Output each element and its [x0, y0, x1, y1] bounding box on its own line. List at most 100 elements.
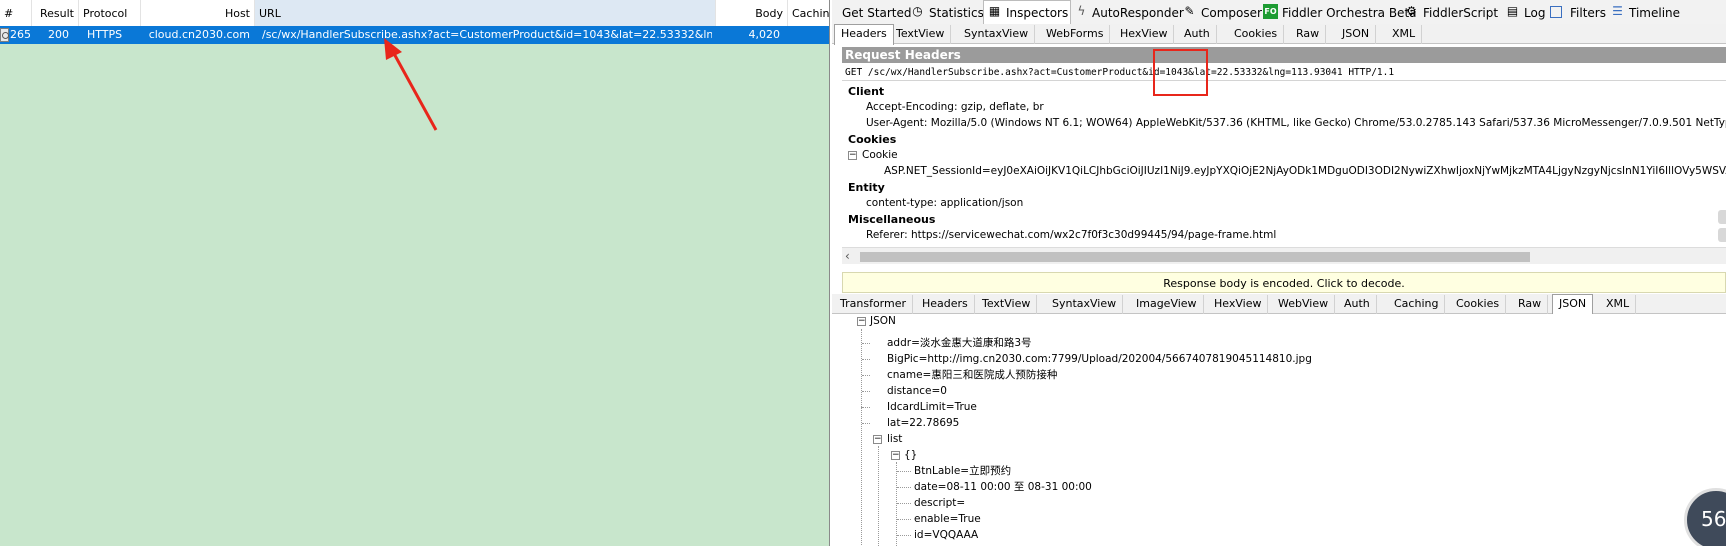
group-cookies: Cookies — [848, 133, 897, 146]
json-item[interactable]: IdcardLimit=True — [887, 400, 977, 415]
tab-filters[interactable]: Filters — [1570, 2, 1606, 25]
req-tab-syntaxview[interactable]: SyntaxView — [958, 25, 1036, 44]
session-num: 265 — [10, 28, 31, 41]
log-icon: ▤ — [1506, 4, 1519, 18]
tab-autoresponder[interactable]: AutoResponder — [1092, 2, 1184, 25]
sessions-header: # Result Protocol Host URL Body Caching — [0, 0, 829, 27]
column-body[interactable]: Body — [716, 0, 788, 27]
req-tab-auth[interactable]: Auth — [1178, 25, 1217, 44]
tab-fiddlerscript[interactable]: FiddlerScript — [1423, 2, 1498, 25]
collapse-icon[interactable]: − — [857, 317, 866, 326]
json-list-item[interactable]: date=08-11 00:00 至 08-31 00:00 — [914, 480, 1092, 495]
json-list-item[interactable]: BtnLable=立即预约 — [914, 464, 1011, 479]
column-caching[interactable]: Caching — [788, 0, 829, 27]
tab-statistics[interactable]: Statistics — [929, 2, 984, 25]
script-icon: ⚙ — [1406, 4, 1417, 18]
annotation-highlight-box — [1153, 49, 1208, 96]
decode-notice[interactable]: Response body is encoded. Click to decod… — [842, 272, 1726, 293]
json-object[interactable]: {} — [904, 448, 917, 463]
resp-tab-auth[interactable]: Auth — [1338, 295, 1377, 314]
header-accept-encoding[interactable]: Accept-Encoding: gzip, deflate, br — [866, 100, 1044, 115]
json-list-item[interactable]: enable=True — [914, 512, 981, 527]
collapse-icon[interactable]: − — [891, 451, 900, 460]
collapse-icon[interactable]: − — [848, 150, 857, 160]
resp-tab-headers[interactable]: Headers — [916, 295, 975, 314]
req-tab-textview[interactable]: TextView — [890, 25, 952, 44]
tree-guide — [897, 503, 911, 504]
resp-tab-json[interactable]: JSON — [1552, 294, 1594, 315]
scrollbar-thumb[interactable] — [860, 252, 1530, 262]
header-referer[interactable]: Referer: https://servicewechat.com/wx2c7… — [866, 228, 1276, 243]
tab-get-started[interactable]: Get Started — [842, 2, 912, 25]
horizontal-scrollbar[interactable]: ‹ — [842, 247, 1726, 264]
json-list-item[interactable]: id=VQQAAA — [914, 528, 978, 543]
tree-guide — [897, 487, 911, 488]
inspector-pane: Get Started ◷ Statistics Inspectors ▦ ϟ … — [832, 0, 1726, 546]
group-entity: Entity — [848, 181, 885, 194]
group-client: Client — [848, 85, 885, 98]
json-item[interactable]: BigPic=http://img.cn2030.com:7799/Upload… — [887, 352, 1312, 367]
json-item[interactable]: cname=惠阳三和医院成人预防接种 — [887, 368, 1057, 383]
tab-log[interactable]: Log — [1524, 2, 1545, 25]
tab-composer[interactable]: Composer — [1201, 2, 1262, 25]
resp-tab-webview[interactable]: WebView — [1272, 295, 1336, 314]
resp-tab-hexview[interactable]: HexView — [1208, 295, 1269, 314]
tree-guide — [862, 375, 870, 376]
resp-tab-imageview[interactable]: ImageView — [1130, 295, 1204, 314]
header-session-id[interactable]: ASP.NET_SessionId=eyJ0eXAiOiJKV1QiLCJhbG… — [884, 164, 1726, 179]
cookie-node[interactable]: − Cookie — [848, 148, 898, 163]
column-result[interactable]: Result — [32, 0, 79, 27]
tree-guide — [896, 462, 897, 546]
header-user-agent[interactable]: User-Agent: Mozilla/5.0 (Windows NT 6.1;… — [866, 116, 1726, 131]
req-tab-headers[interactable]: Headers — [834, 24, 894, 45]
scroll-left-icon[interactable]: ‹ — [845, 249, 850, 263]
tree-guide — [862, 407, 870, 408]
json-item[interactable]: addr=淡水金惠大道康和路3号 — [887, 336, 1032, 351]
req-tab-hexview[interactable]: HexView — [1114, 25, 1175, 44]
column-host[interactable]: Host — [141, 0, 255, 27]
group-misc: Miscellaneous — [848, 213, 936, 226]
resp-tab-raw[interactable]: Raw — [1512, 295, 1549, 314]
resp-tab-textview[interactable]: TextView — [976, 295, 1038, 314]
column-protocol[interactable]: Protocol — [79, 0, 141, 27]
resp-tab-caching[interactable]: Caching — [1388, 295, 1446, 314]
tree-guide — [862, 391, 870, 392]
column-url[interactable]: URL — [255, 0, 716, 27]
session-result: 200 — [48, 28, 69, 41]
session-protocol: HTTPS — [87, 28, 123, 41]
tree-guide — [897, 519, 911, 520]
side-handle-icon[interactable] — [1718, 210, 1726, 224]
resp-tab-syntaxview[interactable]: SyntaxView — [1046, 295, 1124, 314]
column-num[interactable]: # — [0, 0, 32, 27]
header-content-type[interactable]: content-type: application/json — [866, 196, 1023, 211]
tree-guide — [862, 423, 870, 424]
tab-fiddler-orchestra[interactable]: Fiddler Orchestra Beta — [1282, 2, 1417, 25]
req-tab-xml[interactable]: XML — [1386, 25, 1423, 44]
fo-icon: FO — [1263, 4, 1278, 19]
resp-tab-xml[interactable]: XML — [1600, 295, 1637, 314]
collapse-icon[interactable]: − — [873, 435, 882, 444]
req-tab-raw[interactable]: Raw — [1290, 25, 1327, 44]
resp-tab-cookies[interactable]: Cookies — [1450, 295, 1507, 314]
req-tab-json[interactable]: JSON — [1336, 25, 1377, 44]
json-item[interactable]: lat=22.78695 — [887, 416, 959, 431]
tab-timeline[interactable]: Timeline — [1629, 2, 1680, 25]
json-tree: − JSON addr=淡水金惠大道康和路3号 BigPic=http://im… — [842, 314, 1726, 546]
json-list-item[interactable]: descript= — [914, 496, 965, 511]
side-handle-icon[interactable] — [1718, 228, 1726, 242]
tree-guide — [861, 329, 862, 407]
checkbox-icon — [1550, 6, 1562, 18]
req-tab-webforms[interactable]: WebForms — [1040, 25, 1111, 44]
composer-icon: ✎ — [1184, 4, 1195, 18]
tree-guide — [862, 359, 870, 360]
main-tabs: Get Started ◷ Statistics Inspectors ▦ ϟ … — [832, 0, 1726, 26]
tab-inspectors-label: Inspectors — [1006, 6, 1069, 20]
json-list[interactable]: list — [887, 432, 902, 447]
tree-guide — [897, 535, 911, 536]
req-tab-cookies[interactable]: Cookies — [1228, 25, 1285, 44]
resp-tab-transformer[interactable]: Transformer — [834, 295, 914, 314]
json-item[interactable]: distance=0 — [887, 384, 947, 399]
tree-guide — [897, 471, 911, 472]
session-host: cloud.cn2030.com — [148, 28, 250, 41]
json-root[interactable]: JSON — [870, 314, 896, 329]
